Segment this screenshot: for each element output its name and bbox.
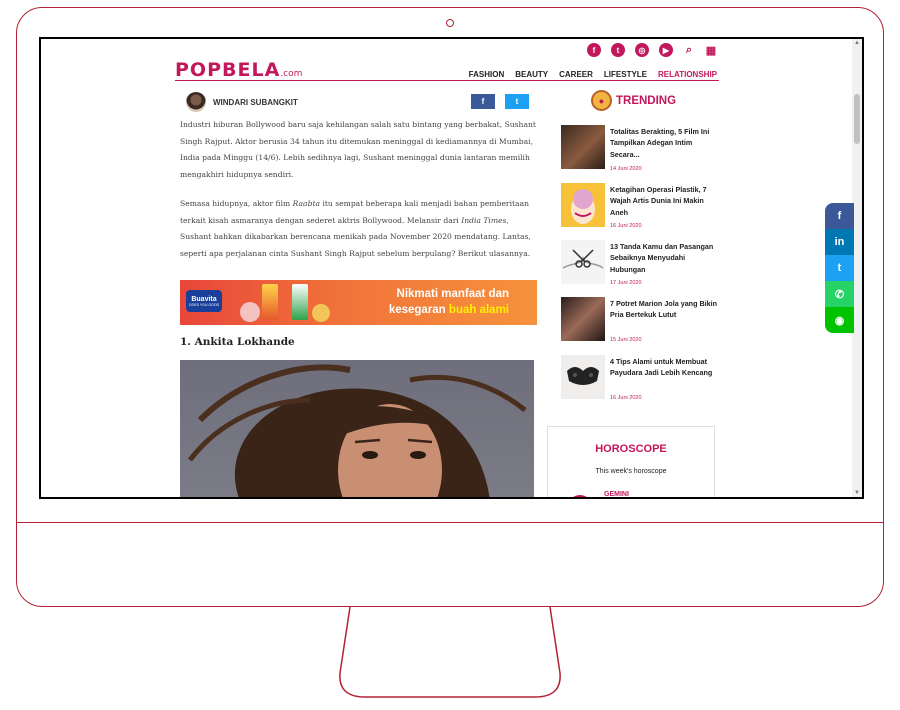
trending-thumbnail [561,240,605,284]
article-paragraph-2: Semasa hidupnya, aktor film Raabta itu s… [180,199,531,258]
browser-viewport: f t ◎ ▶ ⌕ ▦ POPBELA.com FASHION BEAUTY C… [39,37,864,499]
trending-item[interactable]: Ketagihan Operasi Plastik, 7 Wajah Artis… [561,183,726,231]
main-nav: FASHION BEAUTY CAREER LIFESTYLE RELATION… [469,70,717,79]
horoscope-sign[interactable]: GEMINI [604,491,629,497]
share-twitter-button[interactable]: t [505,94,529,109]
trending-item[interactable]: 7 Potret Marion Jola yang Bikin Pria Ber… [561,297,726,345]
trending-thumbnail [561,183,605,227]
trending-item-date: 15 Juni 2020 [610,337,642,343]
trending-item-title: 4 Tips Alami untuk Membuat Payudara Jadi… [610,357,713,378]
author-byline: WINDARI SUBANGKIT [186,92,298,112]
nav-beauty[interactable]: BEAUTY [515,70,548,79]
header-social-links: f t ◎ ▶ ⌕ ▦ [587,43,717,57]
fruit-image [240,302,260,322]
instagram-icon[interactable]: ◎ [635,43,649,57]
whatsapp-icon[interactable]: ✆ [825,281,854,307]
ad-brand-logo: Buavita GOES YOU GOOD [186,290,222,312]
nav-relationship[interactable]: RELATIONSHIP [658,70,717,79]
pizza-icon: ● [591,90,612,111]
trending-item-title: 13 Tanda Kamu dan Pasangan Sebaiknya Men… [610,242,714,274]
article-paragraph-1: Industri hiburan Bollywood baru saja keh… [180,120,536,179]
juice-pack-image [292,284,308,320]
facebook-icon[interactable]: f [825,203,854,229]
trending-thumbnail [561,125,605,169]
horoscope-subtitle: This week's horoscope [595,468,667,475]
twitter-icon[interactable]: t [611,43,625,57]
twitter-icon[interactable]: t [825,255,854,281]
facebook-icon[interactable]: f [587,43,601,57]
nav-career[interactable]: CAREER [559,70,593,79]
trending-item[interactable]: 4 Tips Alami untuk Membuat Payudara Jadi… [561,355,726,403]
header-divider [175,80,719,81]
trending-item-date: 16 Juni 2020 [610,223,642,229]
horoscope-title: HOROSCOPE [595,443,667,455]
horoscope-widget: HOROSCOPE This week's horoscope GEMINI [547,426,715,497]
linkedin-icon[interactable]: in [825,229,854,255]
zodiac-icon [568,495,592,497]
trending-thumbnail [561,297,605,341]
trending-item[interactable]: Totalitas Berakting, 5 Film Ini Tampilka… [561,125,726,173]
trending-item-date: 16 Juni 2020 [610,395,642,401]
line-icon[interactable]: ◉ [825,307,854,333]
trending-item-title: Ketagihan Operasi Plastik, 7 Wajah Artis… [610,185,707,217]
trending-item-title: 7 Potret Marion Jola yang Bikin Pria Ber… [610,299,718,320]
trending-item[interactable]: 13 Tanda Kamu dan Pasangan Sebaiknya Men… [561,240,726,288]
scroll-thumb[interactable] [854,94,860,144]
avatar[interactable] [186,92,206,112]
fruit-image [312,304,330,322]
scroll-down-icon[interactable]: ▼ [853,490,861,496]
article-photo [180,360,534,497]
ad-banner[interactable]: Buavita GOES YOU GOOD Nikmati manfaat dan… [180,280,537,325]
nav-lifestyle[interactable]: LIFESTYLE [604,70,647,79]
scroll-up-icon[interactable]: ▲ [853,40,861,46]
monitor-chin-divider [17,522,883,523]
trending-item-date: 14 Juni 2020 [610,166,642,172]
monitor-stand [339,606,561,698]
webcam-dot [446,19,454,27]
trending-item-title: Totalitas Berakting, 5 Film Ini Tampilka… [610,127,710,159]
trending-title: TRENDING [616,94,677,107]
grid-menu-icon[interactable]: ▦ [705,44,717,57]
trending-header: ● TRENDING [591,90,676,111]
trending-item-date: 17 Juni 2020 [610,280,642,286]
trending-thumbnail [561,355,605,399]
nav-fashion[interactable]: FASHION [469,70,505,79]
juice-pack-image [262,284,278,320]
site-logo[interactable]: POPBELA.com [175,59,302,81]
ad-copy: Nikmati manfaat dan kesegaran buah alami [388,288,509,316]
author-name[interactable]: WINDARI SUBANGKIT [213,98,298,107]
portrait-illustration [188,364,527,497]
section-heading: 1. Ankita Lokhande [180,336,295,348]
floating-share-bar: f in t ✆ ◉ [825,203,854,333]
youtube-icon[interactable]: ▶ [659,43,673,57]
search-icon[interactable]: ⌕ [683,44,695,57]
share-facebook-button[interactable]: f [471,94,495,109]
